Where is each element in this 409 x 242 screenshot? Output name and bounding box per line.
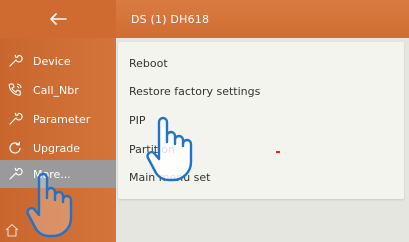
sidebar-item-device[interactable]: Device <box>0 47 116 75</box>
wrench-icon <box>2 105 28 133</box>
sidebar-item-label: Call_Nbr <box>33 83 79 97</box>
hand-pointer-icon <box>26 172 73 238</box>
menu-item-restore-factory-settings[interactable]: Restore factory settings <box>129 85 260 101</box>
red-mark <box>276 151 280 153</box>
menu-item-pip[interactable]: PIP <box>129 114 146 130</box>
back-button[interactable] <box>0 0 116 38</box>
sidebar-item-upgrade[interactable]: Upgrade <box>0 134 116 162</box>
home-icon[interactable] <box>4 222 20 238</box>
menu-item-reboot[interactable]: Reboot <box>129 57 168 73</box>
phone-icon <box>2 76 28 104</box>
refresh-icon <box>2 134 28 162</box>
header-bar: DS (1) DH618 <box>116 0 409 38</box>
intercom-settings-screen: Device Call_Nbr Parameter Upgrade More.. <box>0 0 409 242</box>
arrow-left-icon <box>50 13 67 25</box>
sidebar-item-label: Parameter <box>33 112 91 126</box>
hand-pointer-icon <box>146 116 193 182</box>
page-title: DS (1) DH618 <box>131 13 210 26</box>
wrench-icon <box>2 47 28 75</box>
sidebar-item-label: Upgrade <box>33 141 81 155</box>
sidebar-item-label: Device <box>33 54 71 68</box>
sidebar-item-parameter[interactable]: Parameter <box>0 105 116 133</box>
sidebar-item-call-nbr[interactable]: Call_Nbr <box>0 76 116 104</box>
